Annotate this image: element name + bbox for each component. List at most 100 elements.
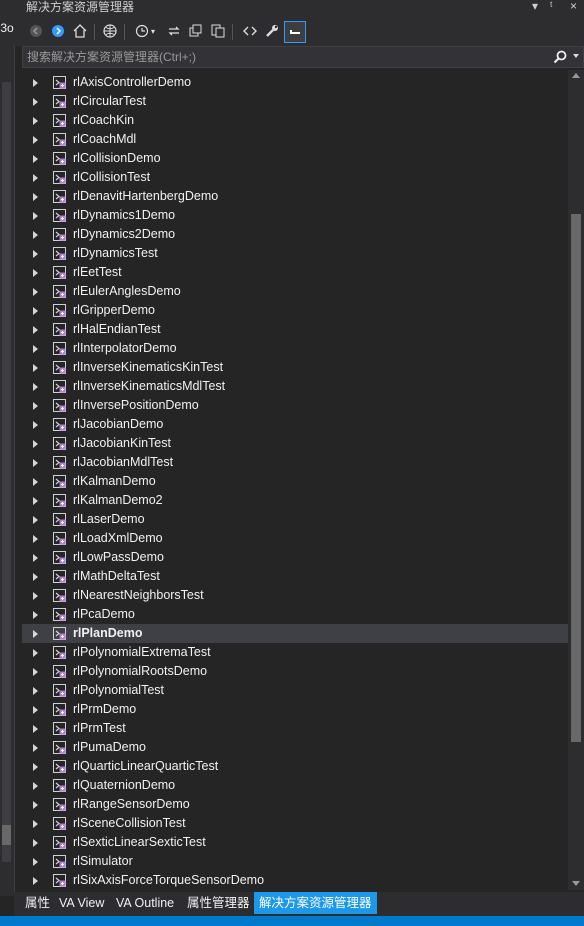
tree-item[interactable]: rlInversePositionDemo — [22, 396, 568, 415]
tree-item[interactable]: rlRangeSensorDemo — [22, 795, 568, 814]
tab-solution-explorer[interactable]: 解决方案资源管理器 — [254, 892, 377, 914]
expand-arrow-icon[interactable] — [33, 212, 38, 220]
tree-item[interactable]: rlLaserDemo — [22, 510, 568, 529]
tree-item[interactable]: rlInverseKinematicsMdlTest — [22, 377, 568, 396]
tree-item[interactable]: rlDynamics1Demo — [22, 206, 568, 225]
tree-item[interactable]: rlPolynomialRootsDemo — [22, 662, 568, 681]
expand-arrow-icon[interactable] — [33, 782, 38, 790]
tree-item[interactable]: rlNearestNeighborsTest — [22, 586, 568, 605]
tab-va-outline[interactable]: VA Outline — [111, 892, 179, 914]
expand-arrow-icon[interactable] — [33, 611, 38, 619]
collapse-all-icon[interactable] — [186, 21, 206, 41]
tree-item[interactable]: rlLowPassDemo — [22, 548, 568, 567]
expand-arrow-icon[interactable] — [33, 839, 38, 847]
window-position-dropdown[interactable]: ▾ — [532, 0, 538, 13]
expand-arrow-icon[interactable] — [33, 98, 38, 106]
tree-item[interactable]: rlCoachMdl — [22, 130, 568, 149]
expand-arrow-icon[interactable] — [33, 478, 38, 486]
expand-arrow-icon[interactable] — [33, 345, 38, 353]
tree-scrollbar[interactable] — [568, 70, 584, 890]
expand-arrow-icon[interactable] — [33, 79, 38, 87]
tree-item[interactable]: rlInverseKinematicsKinTest — [22, 358, 568, 377]
pin-icon[interactable]: ᵗ — [550, 0, 553, 13]
wrench-icon[interactable] — [262, 21, 282, 41]
tree-item[interactable]: rlSexticLinearSexticTest — [22, 833, 568, 852]
tree-item[interactable]: rlCollisionDemo — [22, 149, 568, 168]
tree-item[interactable]: rlKalmanDemo2 — [22, 491, 568, 510]
tree-item[interactable]: rlPolynomialExtremaTest — [22, 643, 568, 662]
adjacent-scrollbar-thumb[interactable] — [2, 825, 11, 845]
copy-icon[interactable] — [208, 21, 228, 41]
tree-item[interactable]: rlJacobianMdlTest — [22, 453, 568, 472]
tree-item[interactable]: rlQuaternionDemo — [22, 776, 568, 795]
solution-tree[interactable]: rlAxisControllerDemo rlCircularTest rlCoac… — [22, 72, 568, 890]
expand-arrow-icon[interactable] — [33, 136, 38, 144]
expand-arrow-icon[interactable] — [33, 307, 38, 315]
tree-item[interactable]: rlDynamicsTest — [22, 244, 568, 263]
tab-va-view[interactable]: VA View — [54, 892, 109, 914]
globe-icon[interactable] — [100, 21, 120, 41]
tree-item[interactable]: rlEulerAnglesDemo — [22, 282, 568, 301]
search-icon[interactable] — [553, 50, 567, 67]
tree-item[interactable]: rlDenavitHartenbergDemo — [22, 187, 568, 206]
expand-arrow-icon[interactable] — [33, 383, 38, 391]
expand-arrow-icon[interactable] — [33, 288, 38, 296]
expand-arrow-icon[interactable] — [33, 725, 38, 733]
tree-item[interactable]: rlDynamics2Demo — [22, 225, 568, 244]
tree-item[interactable]: rlSceneCollisionTest — [22, 814, 568, 833]
expand-arrow-icon[interactable] — [33, 687, 38, 695]
expand-arrow-icon[interactable] — [33, 858, 38, 866]
tree-item[interactable]: rlCollisionTest — [22, 168, 568, 187]
tree-item[interactable]: rlInterpolatorDemo — [22, 339, 568, 358]
tree-item[interactable]: rlEetTest — [22, 263, 568, 282]
tree-item[interactable]: rlGripperDemo — [22, 301, 568, 320]
tree-item[interactable]: rlSimulator — [22, 852, 568, 871]
expand-arrow-icon[interactable] — [33, 117, 38, 125]
expand-arrow-icon[interactable] — [33, 231, 38, 239]
preview-toggle-icon[interactable] — [284, 21, 306, 43]
tree-item[interactable]: rlSixAxisForceTorqueSensorDemo — [22, 871, 568, 890]
sync-icon[interactable] — [164, 21, 184, 41]
expand-arrow-icon[interactable] — [33, 573, 38, 581]
expand-arrow-icon[interactable] — [33, 402, 38, 410]
forward-icon[interactable] — [48, 21, 68, 41]
tree-item[interactable]: rlPcaDemo — [22, 605, 568, 624]
expand-arrow-icon[interactable] — [33, 744, 38, 752]
home-icon[interactable] — [70, 21, 90, 41]
tree-item[interactable]: rlHalEndianTest — [22, 320, 568, 339]
search-options-chevron-icon[interactable] — [573, 54, 579, 58]
expand-arrow-icon[interactable] — [33, 706, 38, 714]
tree-item[interactable]: rlLoadXmlDemo — [22, 529, 568, 548]
expand-arrow-icon[interactable] — [33, 326, 38, 334]
tree-item[interactable]: rlPrmDemo — [22, 700, 568, 719]
expand-arrow-icon[interactable] — [33, 269, 38, 277]
scrollbar-thumb[interactable] — [571, 214, 581, 742]
tree-item[interactable]: rlPlanDemo — [22, 624, 568, 643]
close-icon[interactable]: × — [570, 0, 577, 13]
tree-item[interactable]: rlCircularTest — [22, 92, 568, 111]
scroll-up-arrow-icon[interactable] — [572, 73, 580, 78]
expand-arrow-icon[interactable] — [33, 155, 38, 163]
expand-arrow-icon[interactable] — [33, 497, 38, 505]
tree-item[interactable]: rlCoachKin — [22, 111, 568, 130]
back-icon[interactable] — [26, 21, 46, 41]
expand-arrow-icon[interactable] — [33, 535, 38, 543]
expand-arrow-icon[interactable] — [33, 193, 38, 201]
tree-item[interactable]: rlKalmanDemo — [22, 472, 568, 491]
expand-arrow-icon[interactable] — [33, 516, 38, 524]
expand-arrow-icon[interactable] — [33, 174, 38, 182]
expand-arrow-icon[interactable] — [33, 250, 38, 258]
search-box[interactable] — [22, 46, 584, 68]
tree-item[interactable]: rlQuarticLinearQuarticTest — [22, 757, 568, 776]
expand-arrow-icon[interactable] — [33, 459, 38, 467]
view-code-icon[interactable] — [240, 21, 260, 41]
expand-arrow-icon[interactable] — [33, 554, 38, 562]
chevron-down-icon[interactable]: ▾ — [148, 21, 158, 41]
tree-item[interactable]: rlJacobianDemo — [22, 415, 568, 434]
expand-arrow-icon[interactable] — [33, 877, 38, 885]
tree-item[interactable]: rlAxisControllerDemo — [22, 73, 568, 92]
expand-arrow-icon[interactable] — [33, 649, 38, 657]
expand-arrow-icon[interactable] — [33, 440, 38, 448]
tab-properties[interactable]: 属性 — [20, 892, 55, 914]
expand-arrow-icon[interactable] — [33, 421, 38, 429]
